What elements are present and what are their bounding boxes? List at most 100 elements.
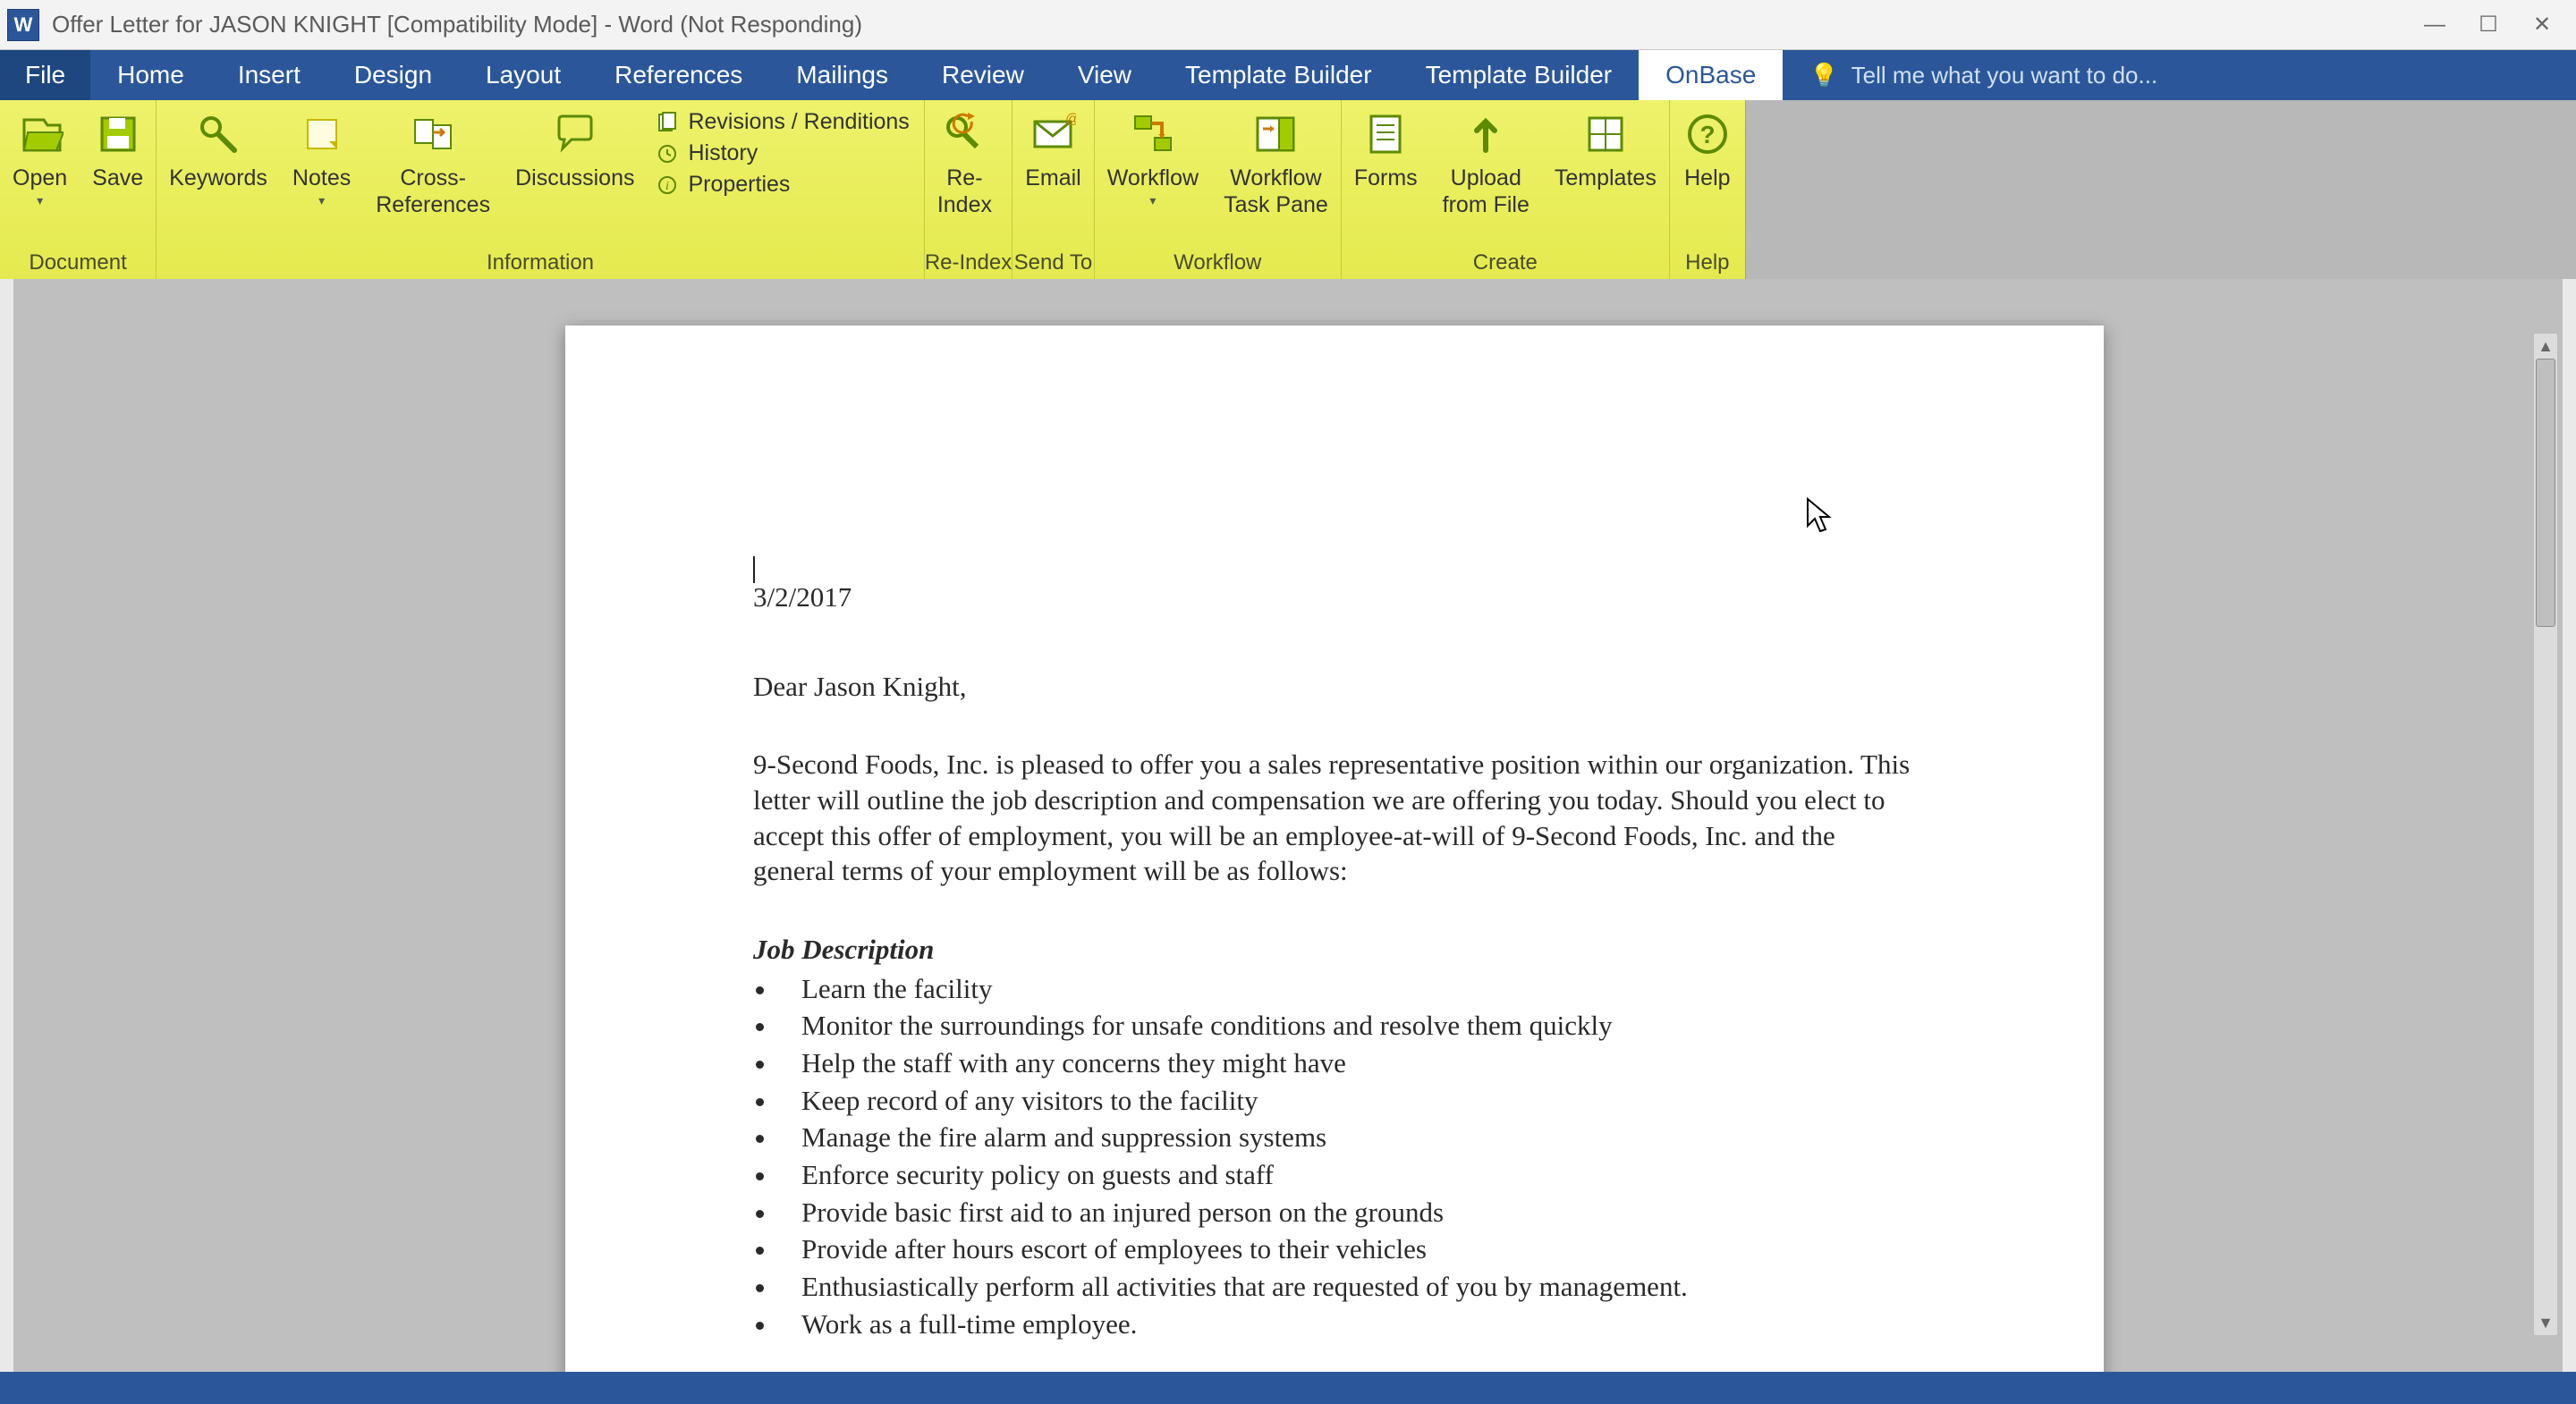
group-information: Keywords Notes ▾ Cross- References bbox=[157, 100, 925, 279]
titlebar: W Offer Letter for JASON KNIGHT [Compati… bbox=[0, 0, 2576, 50]
dropdown-icon: ▾ bbox=[37, 193, 43, 208]
group-sendto: @ Email Send To bbox=[1013, 100, 1095, 279]
list-item: Help the staff with any concerns they mi… bbox=[778, 1045, 1916, 1081]
tab-design[interactable]: Design bbox=[327, 50, 459, 100]
scroll-thumb[interactable] bbox=[2536, 359, 2555, 627]
workflow-icon bbox=[1128, 109, 1178, 159]
scroll-down-arrow-icon[interactable]: ▼ bbox=[2534, 1310, 2557, 1335]
tab-view[interactable]: View bbox=[1051, 50, 1158, 100]
cross-references-button[interactable]: Cross- References bbox=[363, 104, 503, 218]
app-window: W Offer Letter for JASON KNIGHT [Compati… bbox=[0, 0, 2576, 1404]
tab-onbase[interactable]: OnBase bbox=[1639, 50, 1783, 100]
keywords-button[interactable]: Keywords bbox=[157, 104, 280, 191]
tab-template-builder-2[interactable]: Template Builder bbox=[1399, 50, 1640, 100]
maximize-icon: ☐ bbox=[2479, 12, 2498, 38]
dropdown-icon: ▾ bbox=[318, 193, 325, 208]
templates-button[interactable]: Templates bbox=[1542, 104, 1669, 191]
email-label: Email bbox=[1025, 165, 1081, 191]
tab-references[interactable]: References bbox=[588, 50, 769, 100]
templates-label: Templates bbox=[1555, 165, 1657, 191]
group-workflow: Workflow ▾ Workflow Task Pane Workflow bbox=[1095, 100, 1342, 279]
tab-layout[interactable]: Layout bbox=[459, 50, 588, 100]
history-label: History bbox=[688, 140, 758, 166]
properties-label: Properties bbox=[688, 172, 790, 198]
tell-me-box[interactable]: 💡 bbox=[1783, 50, 2576, 100]
discussions-button[interactable]: Discussions bbox=[503, 104, 647, 191]
group-help-label: Help bbox=[1670, 249, 1745, 279]
workflow-taskpane-icon bbox=[1250, 109, 1301, 159]
ruler-right bbox=[2562, 279, 2576, 1372]
tab-home[interactable]: Home bbox=[90, 50, 211, 100]
text-cursor bbox=[753, 549, 1916, 578]
workflow-label: Workflow bbox=[1107, 165, 1199, 191]
workflow-button[interactable]: Workflow ▾ bbox=[1095, 104, 1211, 208]
doc-greeting: Dear Jason Knight, bbox=[753, 669, 1916, 705]
properties-icon: i bbox=[656, 173, 679, 197]
scroll-up-arrow-icon[interactable]: ▲ bbox=[2534, 334, 2557, 359]
notes-button[interactable]: Notes ▾ bbox=[280, 104, 363, 208]
tab-template-builder-1[interactable]: Template Builder bbox=[1158, 50, 1399, 100]
ribbon-tabs: File Home Insert Design Layout Reference… bbox=[0, 50, 2576, 100]
keywords-label: Keywords bbox=[169, 165, 267, 191]
upload-from-file-button[interactable]: Upload from File bbox=[1430, 104, 1542, 218]
reindex-button[interactable]: Re- Index bbox=[925, 104, 1004, 218]
help-label: Help bbox=[1684, 165, 1730, 191]
list-item: Manage the fire alarm and suppression sy… bbox=[778, 1120, 1916, 1155]
list-item: Enthusiastically perform all activities … bbox=[778, 1269, 1916, 1305]
dropdown-icon: ▾ bbox=[1149, 193, 1156, 208]
open-label: Open bbox=[13, 165, 67, 191]
save-button[interactable]: Save bbox=[80, 104, 156, 191]
tab-mailings[interactable]: Mailings bbox=[769, 50, 915, 100]
open-button[interactable]: Open ▾ bbox=[0, 104, 80, 208]
templates-icon bbox=[1580, 109, 1631, 159]
list-item: Learn the facility bbox=[778, 971, 1916, 1007]
word-app-icon: W bbox=[7, 9, 39, 41]
close-button[interactable]: ✕ bbox=[2515, 7, 2569, 43]
properties-button[interactable]: i Properties bbox=[656, 172, 909, 198]
group-reindex-label: Re-Index bbox=[925, 249, 1012, 279]
tab-file[interactable]: File bbox=[0, 50, 90, 100]
keywords-icon bbox=[193, 109, 243, 159]
revisions-icon bbox=[656, 111, 679, 134]
status-bar bbox=[0, 1372, 2576, 1404]
notes-icon bbox=[297, 109, 347, 159]
email-icon: @ bbox=[1028, 109, 1078, 159]
lightbulb-icon: 💡 bbox=[1809, 62, 1838, 89]
svg-text:?: ? bbox=[1699, 121, 1715, 148]
list-item: Enforce security policy on guests and st… bbox=[778, 1157, 1916, 1193]
help-button[interactable]: ? Help bbox=[1670, 104, 1745, 191]
discussions-icon bbox=[550, 109, 600, 159]
doc-job-description-heading: Job Description bbox=[753, 932, 1916, 968]
cross-references-label: Cross- References bbox=[376, 165, 490, 218]
revisions-button[interactable]: Revisions / Renditions bbox=[656, 109, 909, 135]
workflow-taskpane-label: Workflow Task Pane bbox=[1224, 165, 1328, 218]
upload-icon bbox=[1461, 109, 1511, 159]
group-help: ? Help Help bbox=[1670, 100, 1745, 279]
workflow-taskpane-button[interactable]: Workflow Task Pane bbox=[1211, 104, 1341, 218]
forms-icon bbox=[1360, 109, 1411, 159]
scroll-track[interactable] bbox=[2534, 359, 2557, 1310]
list-item: Monitor the surroundings for unsafe cond… bbox=[778, 1008, 1916, 1044]
group-create-label: Create bbox=[1342, 249, 1669, 279]
vertical-scrollbar[interactable]: ▲ ▼ bbox=[2533, 333, 2558, 1336]
history-icon bbox=[656, 142, 679, 165]
email-button[interactable]: @ Email bbox=[1013, 104, 1094, 191]
list-item: Provide after hours escort of employees … bbox=[778, 1231, 1916, 1267]
forms-button[interactable]: Forms bbox=[1342, 104, 1430, 191]
tab-insert[interactable]: Insert bbox=[211, 50, 327, 100]
ribbon-body: Open ▾ Save Document bbox=[0, 100, 2576, 279]
minimize-button[interactable]: — bbox=[2408, 7, 2462, 43]
close-icon: ✕ bbox=[2533, 12, 2551, 38]
save-icon bbox=[93, 109, 143, 159]
maximize-button[interactable]: ☐ bbox=[2462, 7, 2515, 43]
history-button[interactable]: History bbox=[656, 140, 909, 166]
svg-text:@: @ bbox=[1065, 112, 1076, 127]
notes-label: Notes bbox=[292, 165, 351, 191]
group-sendto-label: Send To bbox=[1013, 249, 1094, 279]
list-item: Keep record of any visitors to the facil… bbox=[778, 1083, 1916, 1119]
tab-review[interactable]: Review bbox=[915, 50, 1051, 100]
open-icon bbox=[15, 109, 65, 159]
forms-label: Forms bbox=[1354, 165, 1418, 191]
document-page[interactable]: 3/2/2017 Dear Jason Knight, 9-Second Foo… bbox=[565, 326, 2104, 1372]
tell-me-input[interactable] bbox=[1852, 62, 2388, 89]
